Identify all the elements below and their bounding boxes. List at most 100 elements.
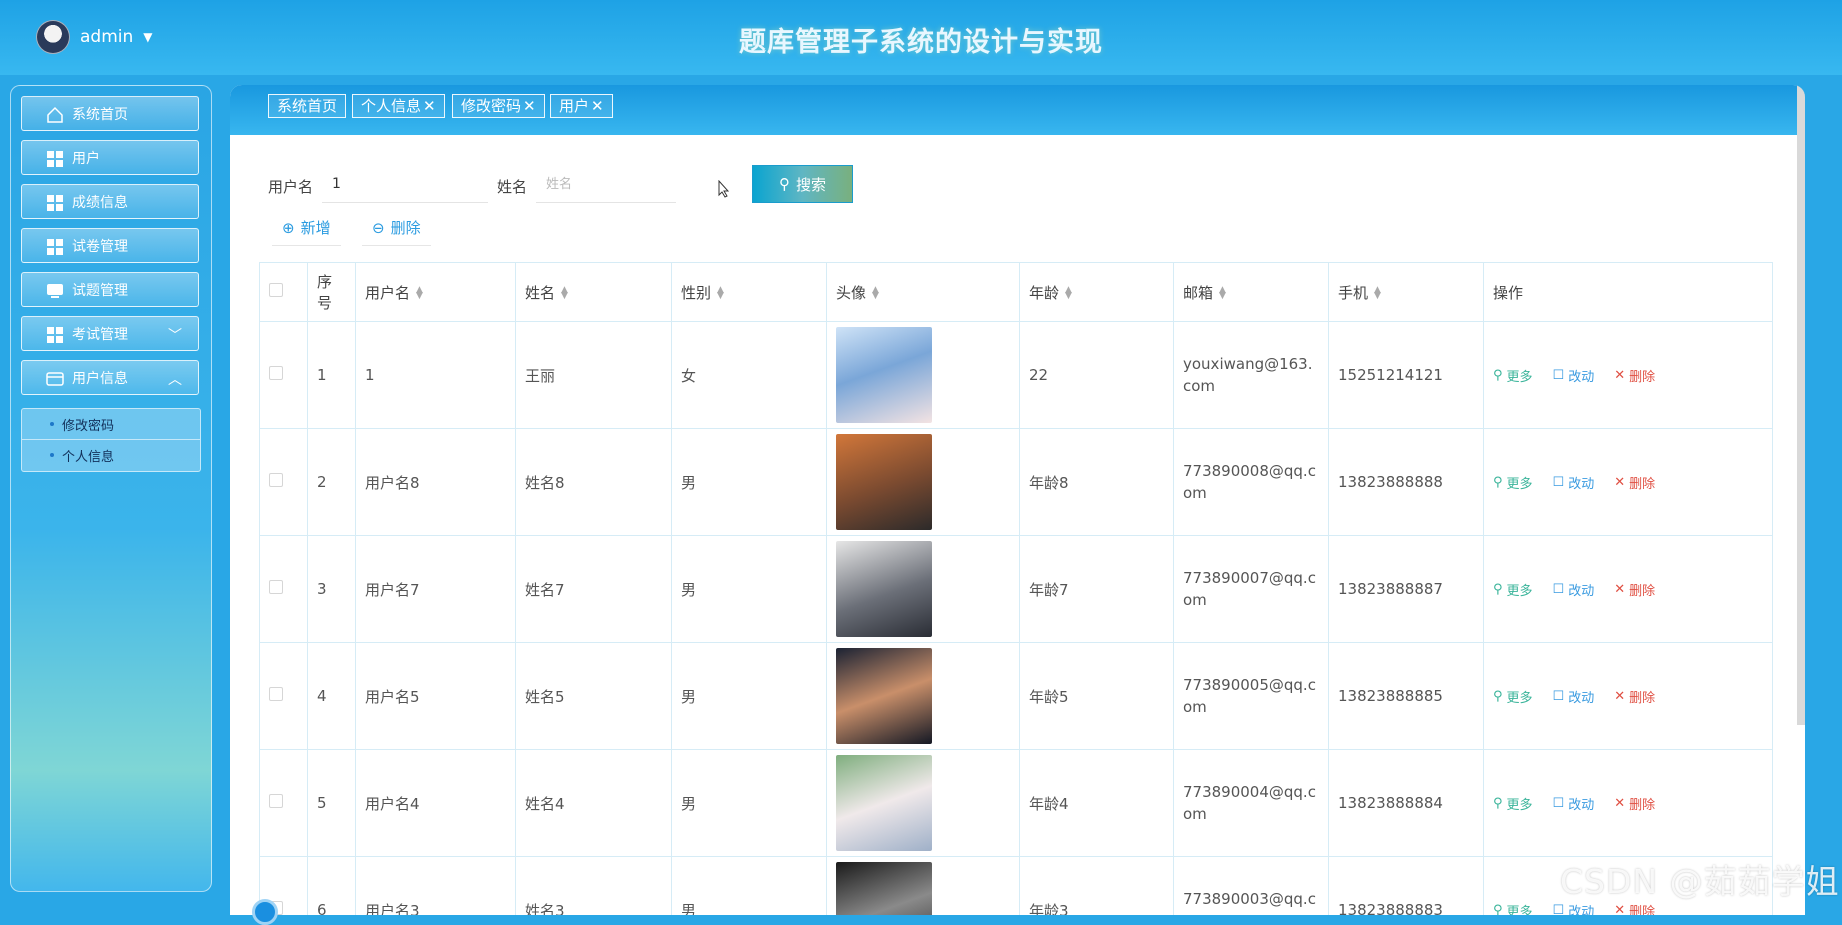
cell-age: 年龄5 [1019, 642, 1174, 750]
close-icon[interactable]: ✕ [523, 97, 536, 115]
cell-name: 姓名5 [515, 642, 672, 750]
cell-phone: 15251214121 [1328, 321, 1484, 429]
more-button[interactable]: ⚲ 更多 [1493, 901, 1533, 916]
delete-button[interactable]: ⊖ 删除 [362, 210, 431, 246]
tab-change-password[interactable]: 修改密码 ✕ [452, 94, 545, 118]
sort-icon[interactable]: ▲ ▼ [1374, 286, 1381, 301]
cell-actions: ⚲ 更多 ☐ 改动 ✕ 删除 [1483, 428, 1773, 536]
column-header-label: 年龄 [1029, 283, 1060, 302]
sidebar-subitem-change-password[interactable]: 修改密码 [22, 409, 200, 440]
column-header-phone[interactable]: 手机 ▲ ▼ [1328, 262, 1484, 322]
sidebar-item-user-info[interactable]: 用户信息 ︿ [21, 360, 199, 395]
edit-button[interactable]: ☐ 改动 [1553, 366, 1595, 385]
row-actions: ⚲ 更多 ☐ 改动 ✕ 删除 [1493, 794, 1763, 813]
table-row[interactable]: 4 用户名5 姓名5 男 年龄5 773890005@qq.com 13823888885 ⚲… [259, 642, 1773, 750]
table-row[interactable]: 1 1 王丽女 22 youxiwang@163.com 15251214121 ⚲ 更多 ☐ 改… [259, 321, 1773, 429]
cell-no: 2 [307, 428, 356, 536]
close-icon[interactable]: ✕ [591, 97, 604, 115]
more-button[interactable]: ⚲ 更多 [1493, 794, 1533, 813]
edit-button[interactable]: ☐ 改动 [1553, 473, 1595, 492]
delete-button-label: 删除 [390, 219, 421, 237]
sidebar-item-users[interactable]: 用户 [21, 140, 199, 175]
sort-icon[interactable]: ▲ ▼ [717, 286, 724, 301]
cell-name: 姓名3 [515, 856, 672, 915]
sort-icon[interactable]: ▲ ▼ [1065, 286, 1072, 301]
card-icon [46, 372, 64, 386]
username-filter-input[interactable] [322, 165, 488, 203]
search-button-label: 搜索 [795, 175, 826, 194]
select-all-checkbox[interactable] [269, 283, 283, 297]
floating-button[interactable] [252, 899, 278, 925]
column-header-email[interactable]: 邮箱 ▲ ▼ [1173, 262, 1329, 322]
column-header-username[interactable]: 用户名 ▲ ▼ [355, 262, 516, 322]
row-checkbox[interactable] [269, 473, 283, 487]
cell-age: 年龄8 [1019, 428, 1174, 536]
sidebar-item-exams[interactable]: 考试管理 ﹀ [21, 316, 199, 351]
column-header-no: 序号 [307, 262, 356, 322]
column-header-gender[interactable]: 性别 ▲ ▼ [671, 262, 827, 322]
sidebar-subitem-label: 修改密码 [62, 418, 115, 434]
column-header-avatar[interactable]: 头像 ▲ ▼ [826, 262, 1020, 322]
row-checkbox[interactable] [269, 366, 283, 380]
column-header-age[interactable]: 年龄 ▲ ▼ [1019, 262, 1174, 322]
avatar-thumbnail[interactable] [836, 648, 932, 744]
cell-avatar [826, 749, 1020, 857]
name-filter-input[interactable] [536, 165, 676, 203]
sort-icon[interactable]: ▲ ▼ [416, 286, 423, 301]
row-delete-button[interactable]: ✕ 删除 [1614, 794, 1655, 813]
sidebar-item-questions[interactable]: 试题管理 [21, 272, 199, 307]
grid-icon [47, 195, 63, 211]
edit-button[interactable]: ☐ 改动 [1553, 580, 1595, 599]
table-row[interactable]: 3 用户名7 姓名7 男 年龄7 773890007@qq.com 13823888887 ⚲… [259, 535, 1773, 643]
row-delete-button[interactable]: ✕ 删除 [1614, 580, 1655, 599]
tab-users[interactable]: 用户 ✕ [550, 94, 613, 118]
vertical-scrollbar[interactable] [1797, 85, 1805, 725]
cell-username: 用户名8 [355, 428, 516, 536]
avatar-thumbnail[interactable] [836, 434, 932, 530]
sidebar-item-label: 试题管理 [72, 282, 128, 299]
more-button[interactable]: ⚲ 更多 [1493, 687, 1533, 706]
table-row[interactable]: 6用户名3姓名3男 年龄3773890003@qq.com13823888883 ⚲… [259, 856, 1773, 916]
cell-email: youxiwang@163.com [1173, 321, 1329, 429]
table-row[interactable]: 2 用户名8 姓名8 男 年龄8 773890008@qq.com 13823888888 ⚲… [259, 428, 1773, 536]
avatar-thumbnail[interactable] [836, 327, 932, 423]
bullet-icon [50, 422, 54, 426]
row-checkbox[interactable] [269, 580, 283, 594]
edit-button[interactable]: ☐ 改动 [1553, 687, 1595, 706]
edit-label: 改动 [1568, 797, 1595, 813]
row-checkbox[interactable] [269, 794, 283, 808]
cell-no: 4 [307, 642, 356, 750]
sidebar-item-scores[interactable]: 成绩信息 [21, 184, 199, 219]
sidebar-item-papers[interactable]: 试卷管理 [21, 228, 199, 263]
tab-label: 修改密码 [461, 97, 522, 115]
sort-icon[interactable]: ▲ ▼ [1219, 286, 1226, 301]
more-button[interactable]: ⚲ 更多 [1493, 473, 1533, 492]
row-actions: ⚲ 更多 ☐ 改动 ✕ 删除 [1493, 687, 1763, 706]
tab-home[interactable]: 系统首页 [268, 94, 347, 118]
add-button-label: 新增 [300, 219, 331, 237]
avatar-thumbnail[interactable] [836, 755, 932, 851]
row-delete-button[interactable]: ✕ 删除 [1614, 473, 1655, 492]
sidebar-subitem-profile[interactable]: 个人信息 [22, 440, 200, 470]
search-button[interactable]: ⚲ 搜索 [752, 165, 853, 203]
cell-age: 22 [1019, 321, 1174, 429]
sidebar-item-home[interactable]: 系统首页 [21, 96, 199, 131]
edit-button[interactable]: ☐ 改动 [1553, 794, 1595, 813]
tab-profile[interactable]: 个人信息 ✕ [352, 94, 445, 118]
sort-icon[interactable]: ▲ ▼ [561, 286, 568, 301]
row-checkbox[interactable] [269, 687, 283, 701]
avatar-thumbnail[interactable] [836, 862, 932, 915]
sort-icon[interactable]: ▲ ▼ [872, 286, 879, 301]
more-button[interactable]: ⚲ 更多 [1493, 580, 1533, 599]
cell-gender: 男 [671, 856, 827, 915]
row-delete-button[interactable]: ✕ 删除 [1614, 687, 1655, 706]
table-row[interactable]: 5 用户名4 姓名4 男 年龄4 773890004@qq.com 13823888884 ⚲… [259, 749, 1773, 857]
delete-label: 删除 [1629, 476, 1656, 492]
avatar-thumbnail[interactable] [836, 541, 932, 637]
row-delete-button[interactable]: ✕ 删除 [1614, 366, 1655, 385]
column-header-label: 头像 [836, 283, 867, 302]
close-icon[interactable]: ✕ [423, 97, 436, 115]
add-button[interactable]: ⊕ 新增 [272, 210, 341, 246]
column-header-name[interactable]: 姓名 ▲ ▼ [515, 262, 672, 322]
more-button[interactable]: ⚲ 更多 [1493, 366, 1533, 385]
